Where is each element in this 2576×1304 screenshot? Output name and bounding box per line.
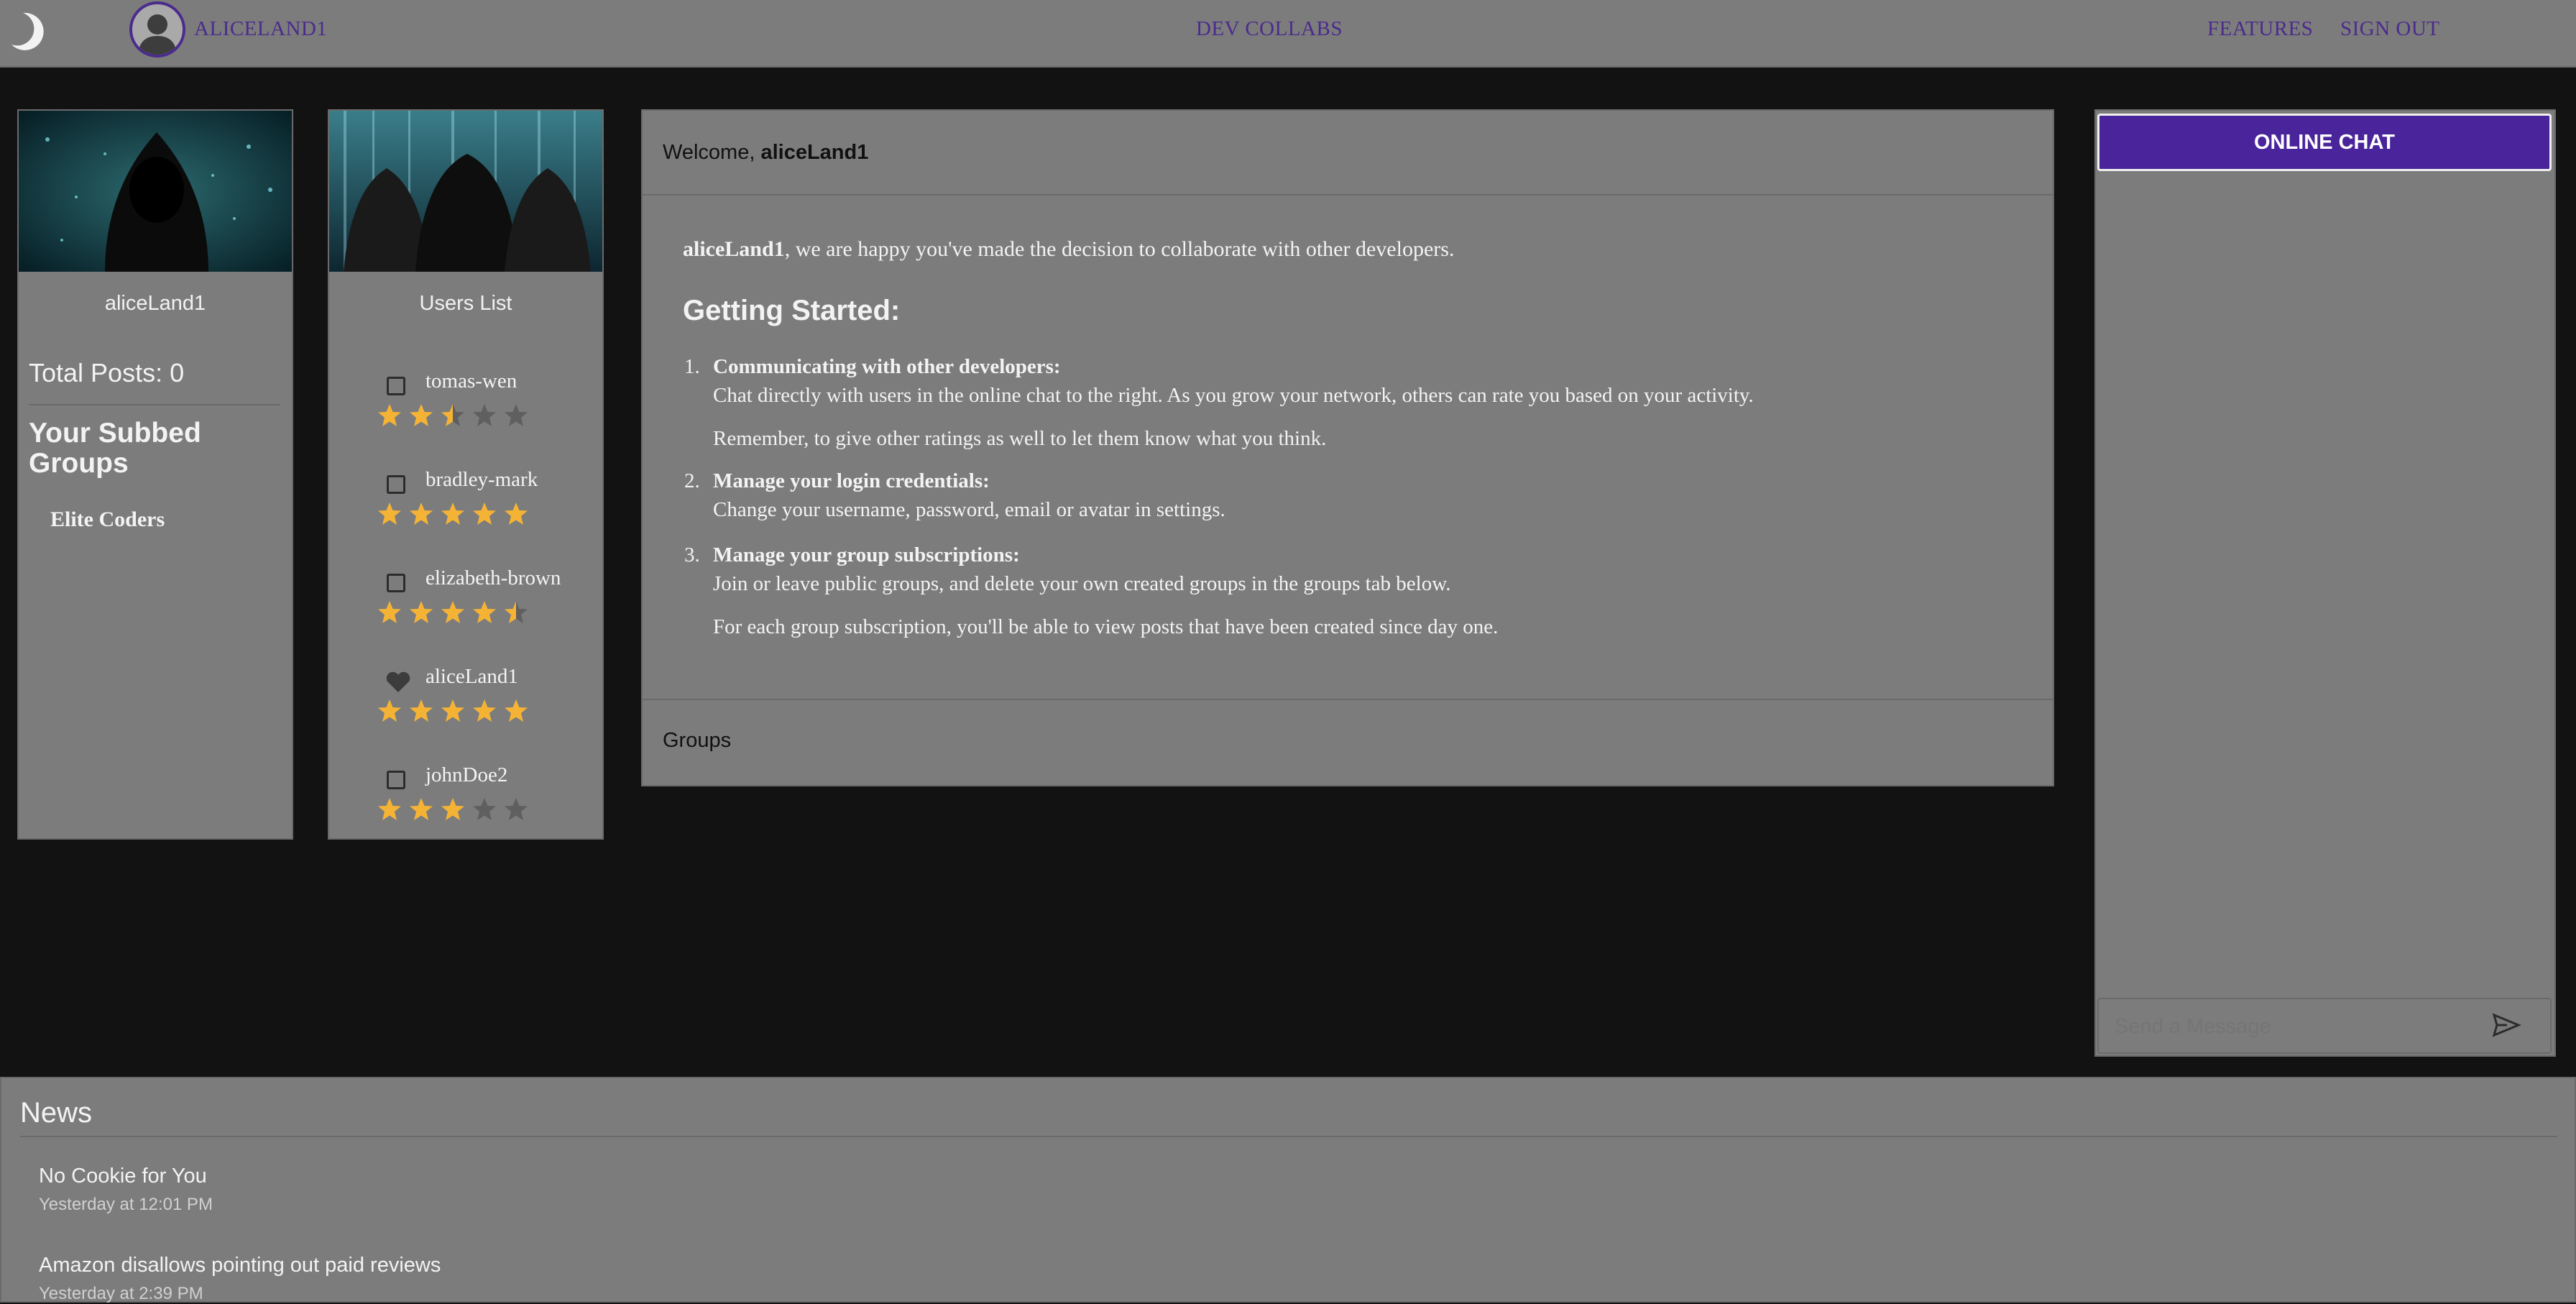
news-item-time: Yesterday at 12:01 PM [39, 1195, 213, 1214]
rating-stars [377, 501, 529, 527]
star-icon[interactable] [377, 698, 402, 724]
star-icon[interactable] [377, 501, 402, 527]
user-name: johnDoe2 [426, 763, 508, 786]
intro-username: aliceLand1 [683, 237, 785, 261]
checkbox-icon[interactable] [387, 771, 405, 789]
star-icon[interactable] [440, 698, 466, 724]
checkbox-icon[interactable] [387, 475, 405, 494]
news-item-title[interactable]: No Cookie for You [39, 1165, 207, 1188]
chat-input-box [2097, 998, 2552, 1054]
nav-brand-link[interactable]: DEV COLLABS [1196, 17, 1343, 41]
welcome-header: Welcome, aliceLand1 [643, 111, 2053, 196]
star-icon[interactable] [472, 600, 497, 625]
steps-list: 1. Communicating with other developers: … [683, 355, 2020, 658]
users-list-title: Users List [419, 292, 512, 315]
divider [29, 404, 280, 405]
step-title: Manage your group subscriptions: [713, 543, 1020, 566]
users-list-card: Users List tomas-wen bradley-mark elizab… [328, 109, 604, 840]
step-number: 3. [684, 543, 700, 566]
checkbox-icon[interactable] [387, 377, 405, 395]
users-image [329, 111, 602, 272]
intro-paragraph: aliceLand1, we are happy you've made the… [683, 237, 1454, 262]
news-panel: News No Cookie for You Yesterday at 12:0… [0, 1077, 2576, 1303]
step-line: Remember, to give other ratings as well … [713, 427, 1327, 450]
star-icon[interactable] [503, 796, 529, 822]
welcome-text: Welcome, aliceLand1 [663, 141, 868, 165]
star-icon[interactable] [472, 403, 497, 428]
nav-signout-link[interactable]: SIGN OUT [2340, 17, 2440, 41]
subbed-group-item[interactable]: Elite Coders [50, 508, 165, 532]
subbed-groups-heading: Your Subbed Groups [29, 418, 201, 479]
step-line: Change your username, password, email or… [713, 498, 1225, 521]
step-line: Chat directly with users in the online c… [713, 384, 1754, 407]
step-item: 3. Manage your group subscriptions: Join… [683, 543, 2020, 658]
star-icon[interactable] [440, 501, 466, 527]
nav-features-link[interactable]: FEATURES [2207, 17, 2313, 41]
step-title: Communicating with other developers: [713, 355, 1061, 378]
star-icon[interactable] [503, 403, 529, 428]
news-title: News [20, 1097, 93, 1129]
star-icon[interactable] [503, 501, 529, 527]
star-icon[interactable] [377, 600, 402, 625]
welcome-panel: Welcome, aliceLand1 aliceLand1, we are h… [641, 109, 2054, 786]
star-icon[interactable] [377, 403, 402, 428]
rating-stars [377, 796, 529, 822]
user-name: tomas-wen [426, 369, 518, 392]
avatar[interactable] [129, 1, 185, 58]
groups-tab[interactable]: Groups [643, 699, 2053, 785]
nav-username-link[interactable]: ALICELAND1 [194, 17, 327, 41]
intro-text: , we are happy you've made the decision … [784, 237, 1455, 261]
step-number: 1. [684, 355, 700, 378]
profile-card: aliceLand1 Total Posts: 0 Your Subbed Gr… [17, 109, 293, 840]
star-icon[interactable] [408, 796, 434, 822]
welcome-username: aliceLand1 [760, 141, 869, 164]
user-name: bradley-mark [426, 468, 538, 491]
hooded-group-image [329, 111, 602, 272]
step-number: 2. [684, 469, 700, 492]
star-icon[interactable] [472, 501, 497, 527]
star-icon[interactable] [472, 796, 497, 822]
total-posts: Total Posts: 0 [29, 358, 185, 387]
step-title: Manage your login credentials: [713, 469, 990, 492]
star-icon[interactable] [440, 796, 466, 822]
news-item-title[interactable]: Amazon disallows pointing out paid revie… [39, 1254, 441, 1277]
step-line: For each group subscription, you'll be a… [713, 615, 1499, 638]
star-icon[interactable] [440, 403, 466, 428]
chat-message-input[interactable] [2113, 1009, 2490, 1044]
star-icon[interactable] [408, 501, 434, 527]
rating-stars [377, 698, 529, 724]
star-icon[interactable] [503, 698, 529, 724]
online-chat-button[interactable]: ONLINE CHAT [2097, 114, 2552, 171]
send-icon[interactable] [2491, 1012, 2521, 1038]
divider [20, 1136, 2557, 1137]
star-icon[interactable] [408, 403, 434, 428]
rating-stars [377, 403, 529, 428]
star-icon[interactable] [472, 698, 497, 724]
profile-username: aliceLand1 [104, 292, 206, 315]
star-icon[interactable] [440, 600, 466, 625]
user-name: elizabeth-brown [426, 566, 561, 589]
groups-tab-label[interactable]: Groups [663, 729, 731, 753]
chat-panel: ONLINE CHAT [2094, 109, 2556, 1057]
star-icon[interactable] [408, 600, 434, 625]
welcome-prefix: Welcome, [663, 141, 755, 164]
top-navbar: ALICELAND1 DEV COLLABS FEATURES SIGN OUT [0, 0, 2576, 68]
news-item-time: Yesterday at 2:39 PM [39, 1284, 203, 1303]
profile-image [19, 111, 292, 272]
checkbox-icon[interactable] [387, 574, 405, 592]
moon-icon[interactable] [9, 12, 45, 50]
step-line: Join or leave public groups, and delete … [713, 572, 1451, 595]
rating-stars [377, 600, 529, 625]
user-name: aliceLand1 [426, 665, 518, 688]
heart-icon[interactable] [385, 671, 411, 694]
star-icon[interactable] [503, 600, 529, 625]
star-icon[interactable] [408, 698, 434, 724]
hacker-image [19, 111, 292, 272]
user-silhouette-icon [138, 14, 177, 55]
step-item: 2. Manage your login credentials: Change… [683, 469, 2020, 543]
star-icon[interactable] [377, 796, 402, 822]
getting-started-heading: Getting Started: [683, 295, 901, 326]
